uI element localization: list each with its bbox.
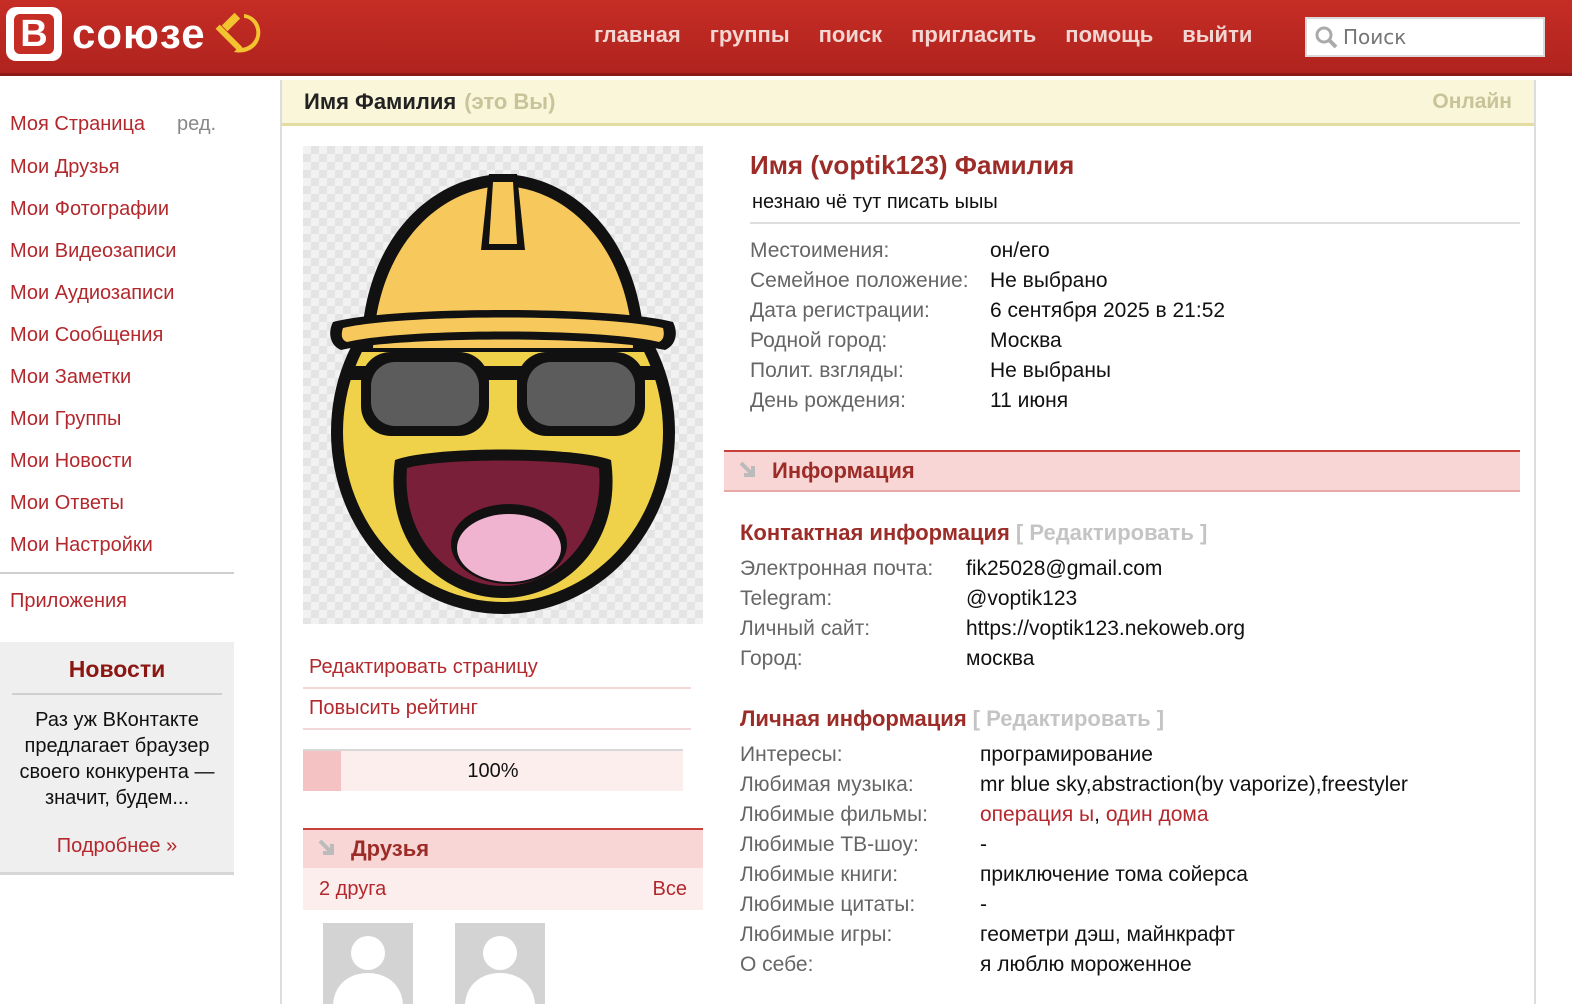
personal-edit-link[interactable]: [ Редактировать ] — [973, 706, 1164, 731]
field-birthday: День рождения: 11 июня — [750, 389, 1069, 412]
film-link[interactable]: операция ы — [980, 803, 1094, 826]
sidebar-divider — [0, 572, 234, 574]
sidebar-item-videos[interactable]: Мои Видеозаписи — [0, 230, 234, 272]
nav-search[interactable]: поиск — [819, 22, 883, 48]
nav-invite[interactable]: пригласить — [911, 22, 1036, 48]
sidebar-item-photos[interactable]: Мои Фотографии — [0, 188, 234, 230]
friends-title: Друзья — [351, 836, 430, 861]
logo-badge: В — [6, 7, 62, 61]
search-icon — [1315, 26, 1338, 49]
logo-text: союзе — [72, 10, 206, 57]
news-title: Новости — [12, 656, 222, 695]
rating-bar: 100% — [303, 749, 683, 791]
sidebar-item-messages[interactable]: Мои Сообщения — [0, 314, 234, 356]
website-link[interactable]: https://voptik123.nekoweb.org — [966, 617, 1245, 641]
sidebar-item-audio[interactable]: Мои Аудиозаписи — [0, 272, 234, 314]
profile-name: Имя (voptik123) Фамилия — [750, 150, 1075, 180]
field-political: Полит. взгляды: Не выбраны — [750, 359, 1112, 382]
field-interests: Интересы: програмирование — [740, 743, 1153, 766]
city-link[interactable]: москва — [966, 647, 1034, 671]
search-box — [1305, 17, 1545, 57]
sidebar-item-answers[interactable]: Мои Ответы — [0, 482, 234, 524]
info-title: Информация — [772, 458, 915, 483]
top-nav: главная группы поиск пригласить помощь в… — [594, 22, 1281, 48]
personal-info-title: Личная информация[ Редактировать ] — [740, 706, 1165, 731]
field-registered: Дата регистрации: 6 сентября 2025 в 21:52 — [750, 299, 1226, 322]
field-films: Любимые фильмы: операция ы, один дома — [740, 803, 1209, 826]
contact-email: Электронная почта: fik25028@gmail.com — [740, 557, 1163, 581]
field-about: О себе: я люблю мороженное — [740, 953, 1192, 976]
nav-groups[interactable]: группы — [710, 22, 790, 48]
film-link[interactable]: один дома — [1106, 803, 1209, 826]
rating-percent: 100% — [467, 759, 519, 782]
site-logo[interactable]: В союзе — [6, 4, 266, 64]
sidebar-item-apps[interactable]: Приложения — [0, 580, 234, 622]
friends-section-header[interactable]: Друзья — [303, 828, 703, 868]
nav-home[interactable]: главная — [594, 22, 681, 48]
music-link[interactable]: mr blue sky,abstraction(by vaporize),fre… — [980, 773, 1408, 797]
field-relationship: Семейное положение: Не выбрано — [750, 269, 1108, 292]
books-link[interactable]: приключение тома сойерса — [980, 863, 1248, 887]
edit-page-link[interactable]: Редактировать страницу — [303, 648, 691, 689]
titlebar-name: Имя Фамилия — [304, 88, 457, 114]
personal-info-block: Личная информация[ Редактировать ] Интер… — [740, 706, 1520, 980]
top-header: В союзе главная группы поиск пригласить … — [0, 0, 1572, 76]
user-silhouette-icon — [465, 936, 535, 1004]
nav-logout[interactable]: выйти — [1182, 22, 1252, 48]
left-sidebar: Моя Страница ред. Мои Друзья Мои Фотогра… — [0, 80, 234, 875]
sidebar-edit-link[interactable]: ред. — [177, 113, 216, 136]
contact-telegram: Telegram: @voptik123 — [740, 587, 1078, 611]
raise-rating-link[interactable]: Повысить рейтинг — [303, 689, 691, 730]
field-pronouns: Местоимения: он/его — [750, 239, 1050, 262]
email-link[interactable]: fik25028@gmail.com — [966, 557, 1162, 581]
hometown-link[interactable]: Москва — [990, 329, 1062, 353]
friend-avatar[interactable] — [455, 923, 545, 1004]
online-status: Онлайн — [1432, 89, 1512, 113]
field-quotes: Любимые цитаты: - — [740, 893, 987, 916]
sidebar-item-notes[interactable]: Мои Заметки — [0, 356, 234, 398]
field-tv: Любимые ТВ-шоу: - — [740, 833, 987, 857]
sidebar-item-friends[interactable]: Мои Друзья — [0, 146, 234, 188]
field-hometown: Родной город: Москва — [750, 329, 1062, 353]
telegram-link[interactable]: @voptik123 — [966, 587, 1077, 611]
profile-summary: Имя (voptik123) Фамилия незнаю чё тут пи… — [750, 150, 1520, 416]
news-more-link[interactable]: Подробнее » — [12, 835, 222, 858]
user-silhouette-icon — [333, 936, 403, 1004]
profile-avatar[interactable] — [303, 146, 703, 624]
news-text: Раз уж ВКонтакте предлагает браузер свое… — [19, 709, 215, 809]
search-input[interactable] — [1343, 25, 1533, 49]
info-section-header[interactable]: Информация — [724, 450, 1520, 492]
sidebar-link-my-page[interactable]: Моя Страница — [10, 113, 145, 136]
sidebar-item-my-page: Моя Страница ред. — [0, 80, 234, 146]
sidebar-item-settings[interactable]: Мои Настройки — [0, 524, 234, 566]
field-games: Любимые игры: геометри дэш, майнкрафт — [740, 923, 1235, 946]
friend-avatar[interactable] — [323, 923, 413, 1004]
sidebar-item-news[interactable]: Мои Новости — [0, 440, 234, 482]
titlebar-you: (это Вы) — [464, 88, 556, 114]
arrow-down-right-icon — [739, 461, 755, 477]
arrow-down-right-icon — [318, 839, 334, 855]
contact-edit-link[interactable]: [ Редактировать ] — [1016, 520, 1207, 545]
smiley-hardhat-icon — [330, 174, 676, 614]
field-books: Любимые книги: приключение тома сойерса — [740, 863, 1248, 887]
profile-status[interactable]: незнаю чё тут писать ыыы — [750, 189, 1520, 224]
friends-count-link[interactable]: 2 друга — [319, 878, 386, 901]
friends-all-link[interactable]: Все — [653, 878, 687, 901]
hammer-sickle-icon — [215, 12, 260, 53]
sidebar-item-groups[interactable]: Мои Группы — [0, 398, 234, 440]
tv-link[interactable]: - — [980, 833, 987, 857]
contact-website: Личный сайт: https://voptik123.nekoweb.or… — [740, 617, 1246, 641]
news-widget: Новости Раз уж ВКонтакте предлагает брау… — [0, 642, 234, 875]
profile-main: Имя Фамилия (это Вы) Онлайн Редактироват… — [280, 80, 1536, 1004]
friends-subheader: 2 друга Все — [303, 868, 703, 910]
field-music: Любимая музыка: mr blue sky,abstraction(b… — [740, 773, 1408, 797]
profile-actions: Редактировать страницу Повысить рейтинг — [303, 648, 691, 730]
profile-titlebar: Имя Фамилия (это Вы) Онлайн — [282, 80, 1534, 126]
contact-info-title: Контактная информация[ Редактировать ] — [740, 520, 1208, 545]
nav-help[interactable]: помощь — [1065, 22, 1153, 48]
contact-city: Город: москва — [740, 647, 1035, 671]
contact-info-block: Контактная информация[ Редактировать ] Э… — [740, 520, 1520, 674]
